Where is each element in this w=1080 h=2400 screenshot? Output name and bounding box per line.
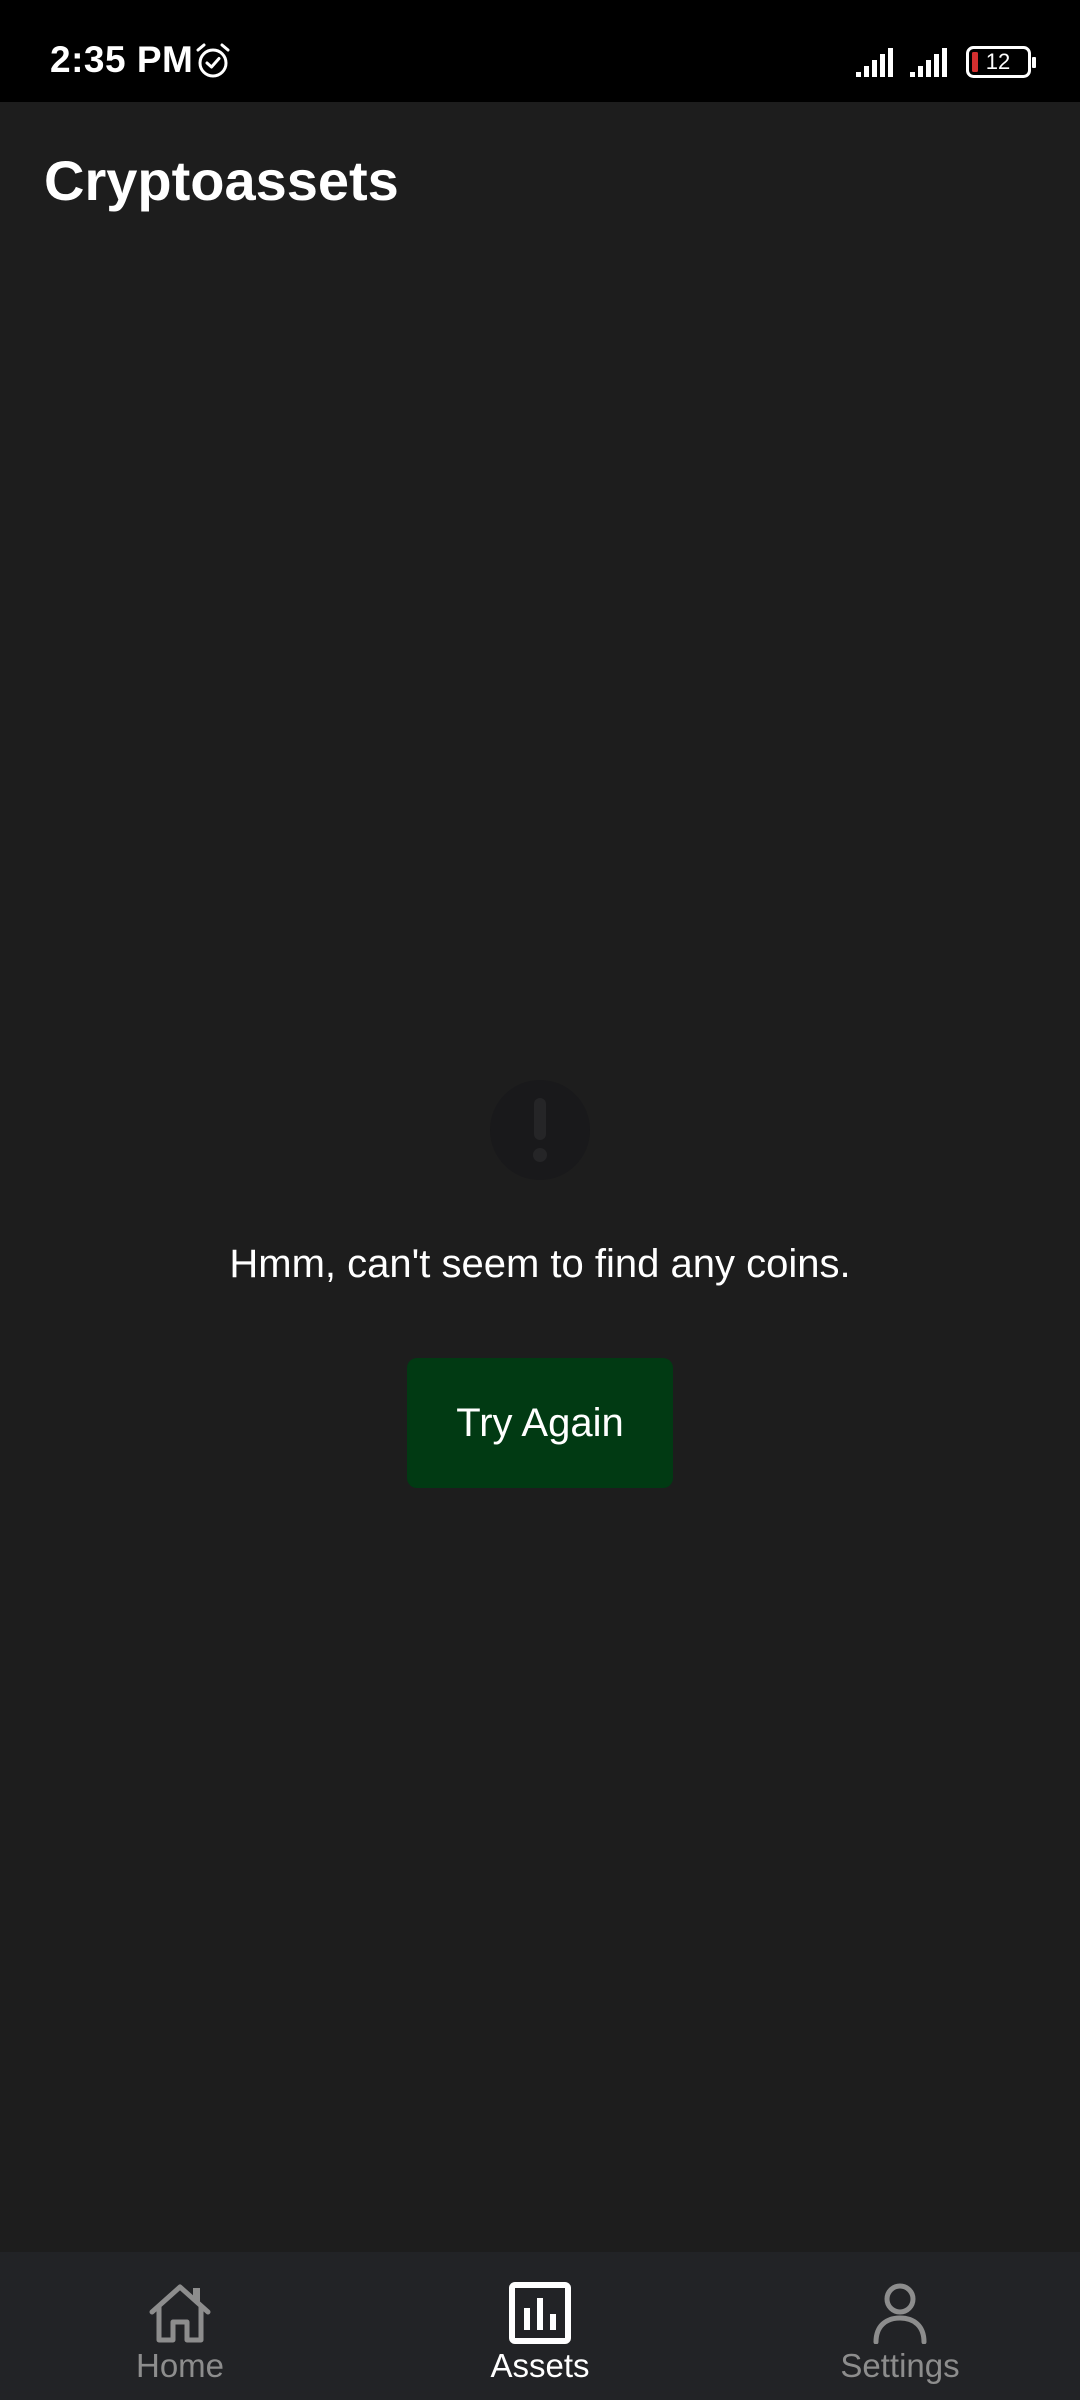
battery-level: 12: [985, 49, 1011, 74]
nav-label-settings: Settings: [840, 2347, 960, 2384]
nav-label-home: Home: [135, 2347, 225, 2384]
app-screen: 2:35 PM 12 Cryptoassets Hmm, can't seem …: [0, 0, 1080, 2400]
empty-state-message: Hmm, can't seem to find any coins.: [229, 1242, 851, 1286]
try-again-button[interactable]: Try Again: [407, 1358, 673, 1488]
signal-bars-icon: [856, 48, 893, 77]
person-icon: [873, 2283, 927, 2344]
signal-bars-icon: [910, 48, 947, 77]
nav-item-home[interactable]: Home: [0, 2252, 360, 2400]
page-title: Cryptoassets: [44, 149, 399, 212]
alarm-clock-icon: [196, 43, 230, 78]
exclamation-circle-icon: [490, 1080, 590, 1180]
bottom-navigation: Home Assets Settings: [0, 2252, 1080, 2400]
home-icon: [149, 2284, 211, 2343]
nav-item-assets[interactable]: Assets: [360, 2252, 720, 2400]
status-bar: 2:35 PM 12: [0, 0, 1080, 102]
bar-chart-icon: [509, 2282, 571, 2344]
status-time: 2:35 PM: [50, 39, 194, 80]
nav-item-settings[interactable]: Settings: [720, 2252, 1080, 2400]
nav-label-assets: Assets: [490, 2347, 590, 2384]
